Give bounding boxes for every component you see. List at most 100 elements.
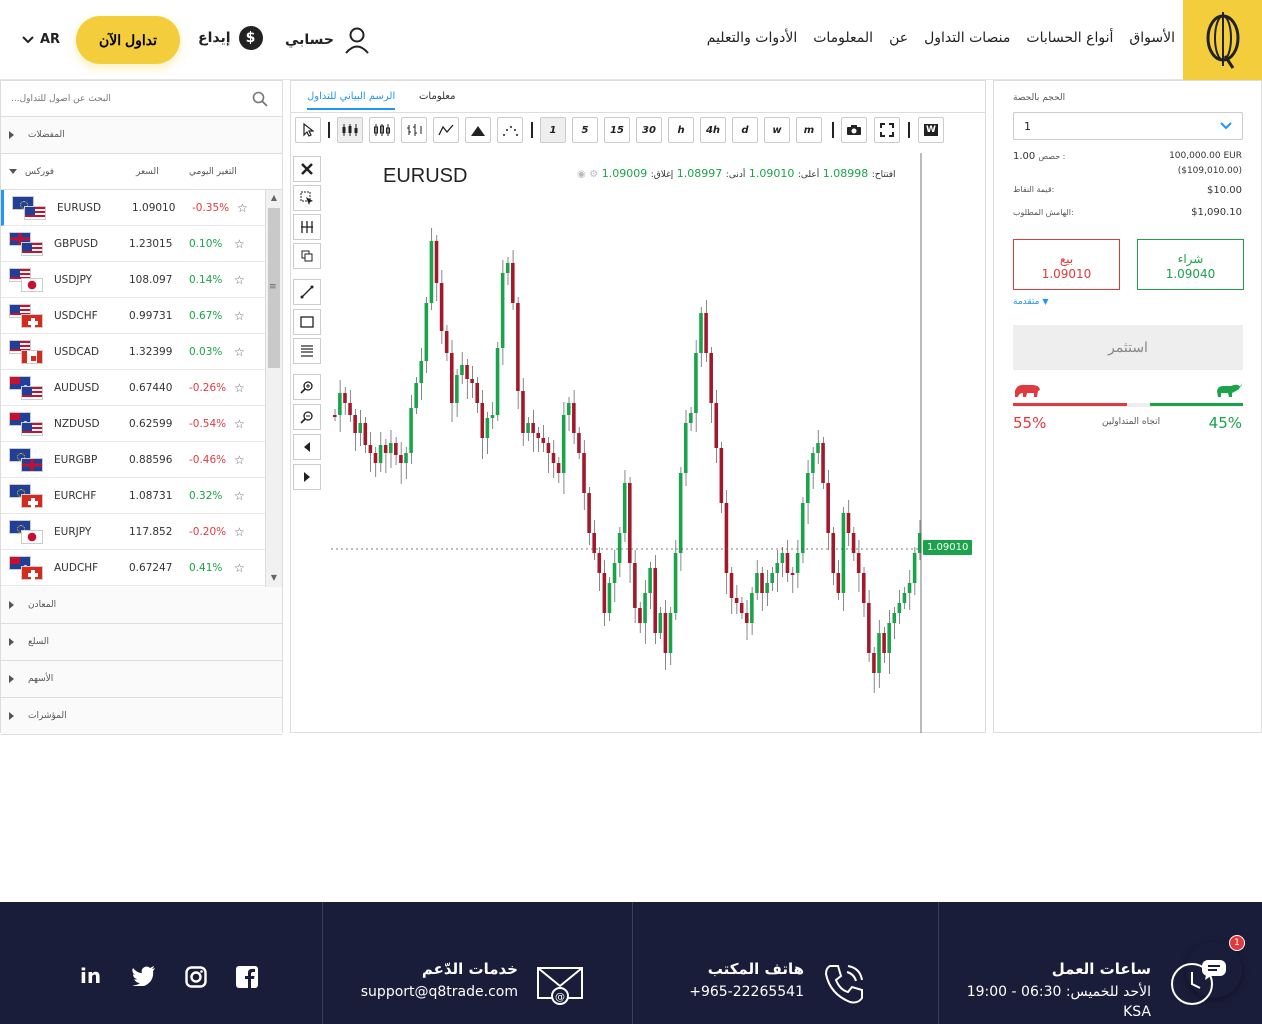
instrument-row[interactable]: AUDCHF 0.67247 0.41% ☆ (1, 550, 282, 586)
scroll-left-icon[interactable] (293, 434, 321, 460)
scroll-right-icon[interactable] (293, 464, 321, 490)
list-scrollbar[interactable]: ▲ ≡ ▼ (265, 190, 282, 587)
chart-toolbar: 1 5 15 30 h 4h d w m W (291, 117, 971, 145)
crosshair-tool-icon[interactable] (293, 214, 321, 240)
twitter-icon[interactable] (132, 966, 156, 986)
language-selector[interactable]: AR (22, 32, 60, 47)
candlestick-chart[interactable] (331, 153, 986, 733)
phone-number[interactable]: +965-22265541 (689, 984, 804, 1000)
candle-body (790, 573, 795, 575)
zoom-in-icon[interactable] (293, 374, 321, 400)
favorite-star-icon[interactable]: ☆ (234, 561, 245, 575)
ohlc-bars-icon[interactable] (401, 117, 427, 143)
camera-icon[interactable] (841, 117, 867, 143)
instrument-row[interactable]: AUDUSD 0.67440 -0.26% ☆ (1, 370, 282, 406)
instrument-row[interactable]: USDCAD 1.32399 0.03% ☆ (1, 334, 282, 370)
cursor-tool-icon[interactable] (295, 117, 321, 143)
sell-button[interactable]: بيع 1.09010 (1013, 239, 1120, 290)
category-row[interactable]: الأسهم (1, 661, 282, 698)
nav-platforms[interactable]: منصات التداول (924, 30, 1010, 46)
fullscreen-icon[interactable] (874, 117, 900, 143)
buy-button[interactable]: شراء 1.09040 (1137, 239, 1244, 290)
instrument-row[interactable]: GBPUSD 1.23015 0.10% ☆ (1, 226, 282, 262)
timeframe-button-30[interactable]: 30 (636, 117, 662, 143)
candle-body (348, 403, 352, 415)
zoom-out-icon[interactable] (293, 404, 321, 430)
trendline-icon[interactable] (293, 279, 321, 305)
timeframe-button-w[interactable]: w (764, 117, 790, 143)
nav-tools[interactable]: الأدوات والتعليم (707, 30, 797, 46)
instagram-icon[interactable] (185, 966, 207, 988)
instrument-row[interactable]: EURGBP 0.88596 -0.46% ☆ (1, 442, 282, 478)
category-favorites[interactable]: المفضلات (1, 117, 282, 154)
hollow-candle-icon[interactable] (369, 117, 395, 143)
favorite-star-icon[interactable]: ☆ (234, 525, 245, 539)
volume-select[interactable]: 1 (1013, 112, 1243, 140)
timeframe-button-h[interactable]: h (668, 117, 694, 143)
favorite-star-icon[interactable]: ☆ (234, 309, 245, 323)
my-account-link[interactable]: حسابي (285, 26, 370, 54)
category-row[interactable]: السلع (1, 624, 282, 661)
timeframe-button-d[interactable]: d (732, 117, 758, 143)
instrument-row[interactable]: EURUSD 1.09010 -0.35% ☆ (1, 190, 282, 226)
trade-now-button[interactable]: تداول الآن (76, 16, 180, 64)
favorite-star-icon[interactable]: ☆ (234, 345, 245, 359)
forex-header[interactable]: فوركس السعر التغير اليومي (1, 154, 282, 190)
timeframe-button-4h[interactable]: 4h (700, 117, 726, 143)
nav-account-types[interactable]: أنواع الحسابات (1026, 30, 1113, 46)
timeframe-button-5[interactable]: 5 (572, 117, 598, 143)
advanced-toggle[interactable]: متقدمة ▼ (1013, 297, 1049, 307)
widget-icon[interactable]: W (918, 117, 944, 143)
tab-info[interactable]: معلومات (419, 91, 455, 102)
nav-info[interactable]: المعلومات (813, 30, 873, 46)
scroll-up-icon[interactable]: ▲ (269, 193, 279, 203)
favorite-star-icon[interactable]: ☆ (234, 237, 245, 251)
deposit-link[interactable]: إيداع $ (198, 26, 263, 50)
timeframe-button-1[interactable]: 1 (540, 117, 566, 143)
select-cursor-icon[interactable] (293, 185, 321, 211)
candle-body (755, 573, 759, 593)
facebook-icon[interactable] (236, 966, 258, 988)
candle-body (795, 553, 800, 573)
favorite-star-icon[interactable]: ☆ (234, 489, 245, 503)
favorite-star-icon[interactable]: ☆ (234, 381, 245, 395)
candle-body (872, 653, 876, 673)
candle-body (541, 438, 546, 443)
support-email[interactable]: support@q8trade.com (361, 984, 518, 1000)
instrument-row[interactable]: EURCHF 1.08731 0.32% ☆ (1, 478, 282, 514)
instrument-row[interactable]: USDJPY 108.097 0.14% ☆ (1, 262, 282, 298)
tab-trading-chart[interactable]: الرسم البياني للتداول (307, 91, 396, 110)
area-chart-icon[interactable] (465, 117, 491, 143)
instrument-list: EURUSD 1.09010 -0.35% ☆ GBPUSD 1.23015 0… (1, 190, 282, 587)
nav-markets[interactable]: الأسواق (1129, 30, 1175, 46)
instrument-row[interactable]: USDCHF 0.99731 0.67% ☆ (1, 298, 282, 334)
instrument-row[interactable]: NZDUSD 0.62599 -0.54% ☆ (1, 406, 282, 442)
instrument-price: 0.67440 (129, 381, 173, 394)
timeframe-button-m[interactable]: m (796, 117, 822, 143)
scroll-down-icon[interactable]: ▼ (269, 573, 279, 583)
invest-button[interactable]: استثمر (1013, 325, 1243, 370)
fibonacci-icon[interactable] (293, 338, 321, 364)
linkedin-icon[interactable]: in (80, 964, 101, 988)
candle-body (806, 473, 810, 503)
category-row[interactable]: المعادن (1, 587, 282, 624)
nav-about[interactable]: عن (889, 30, 908, 46)
instrument-price: 1.09010 (132, 201, 176, 214)
rectangle-tool-icon[interactable] (293, 309, 321, 335)
copy-icon[interactable] (293, 243, 321, 269)
line-chart-icon[interactable] (433, 117, 459, 143)
search-input[interactable] (11, 83, 251, 114)
search-icon[interactable] (252, 91, 268, 107)
brand-logo[interactable] (1183, 0, 1262, 80)
favorite-star-icon[interactable]: ☆ (234, 453, 245, 467)
favorite-star-icon[interactable]: ☆ (234, 273, 245, 287)
candlestick-chart-icon[interactable] (337, 117, 363, 143)
timeframe-button-15[interactable]: 15 (604, 117, 630, 143)
instrument-row[interactable]: EURJPY 117.852 -0.20% ☆ (1, 514, 282, 550)
toolbar-divider (531, 122, 533, 138)
close-icon[interactable] (293, 156, 321, 182)
favorite-star-icon[interactable]: ☆ (234, 417, 245, 431)
favorite-star-icon[interactable]: ☆ (237, 201, 248, 215)
dots-chart-icon[interactable] (497, 117, 523, 143)
category-row[interactable]: المؤشرات (1, 698, 282, 735)
